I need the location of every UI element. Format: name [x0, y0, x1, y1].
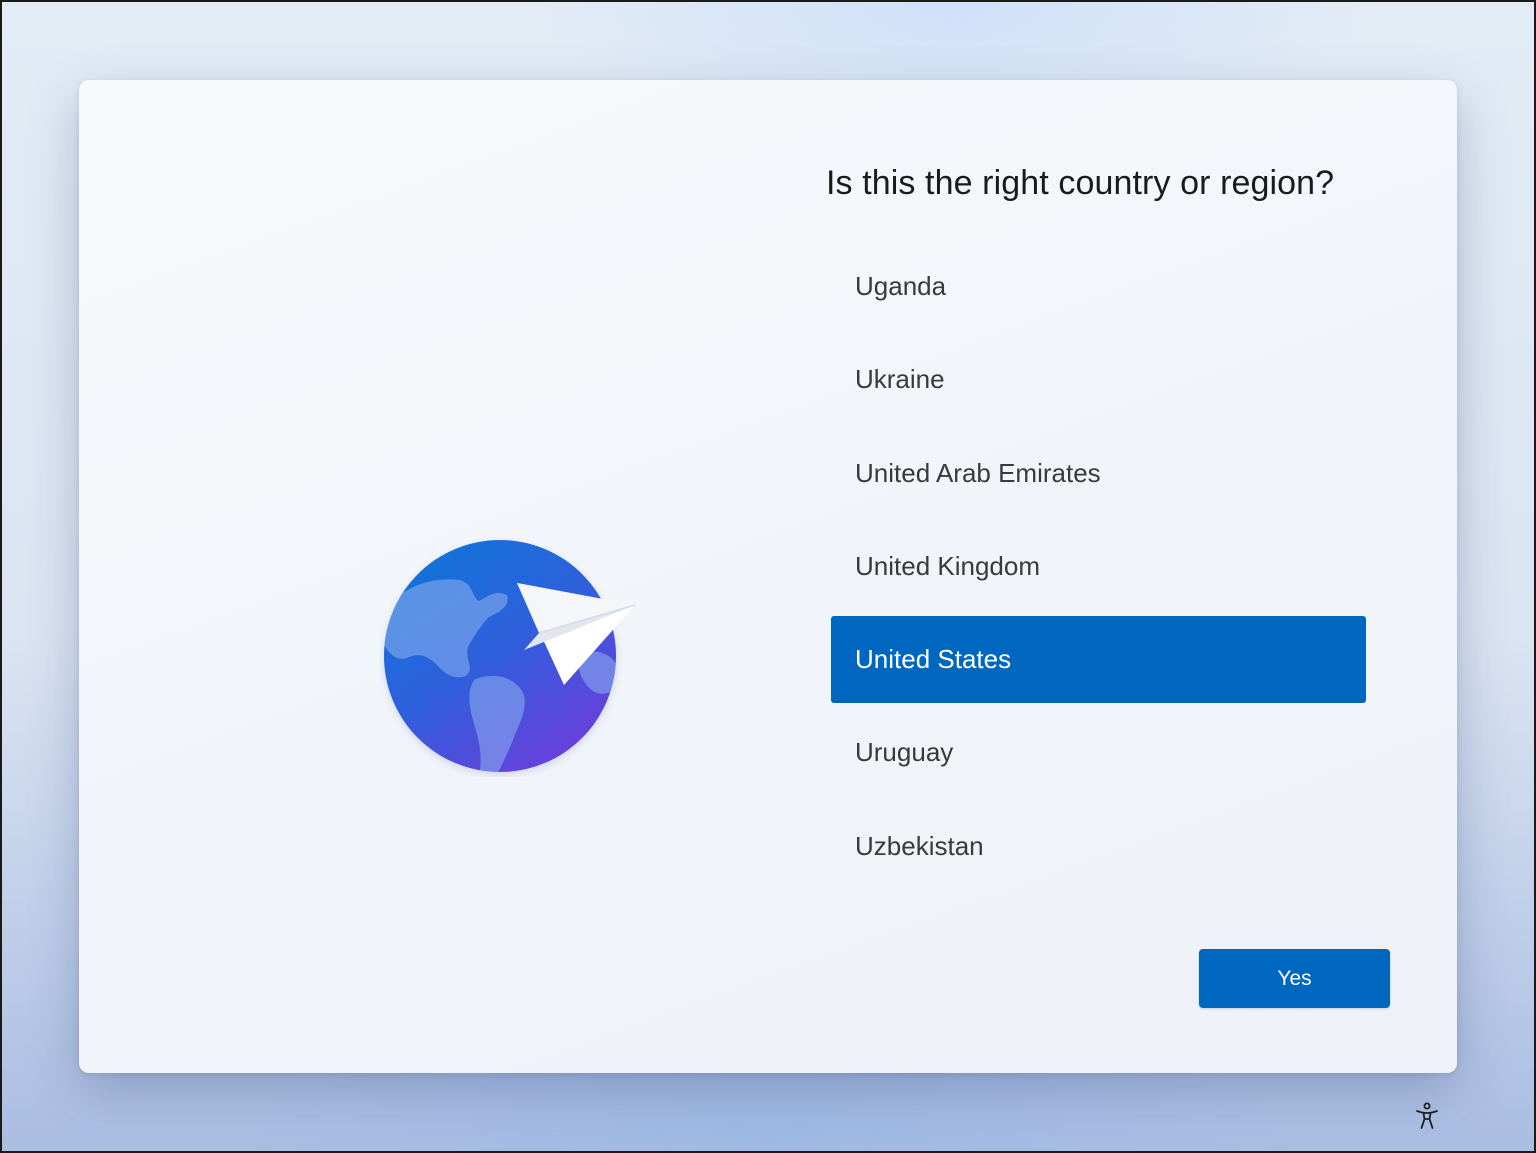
- list-item-uruguay[interactable]: Uruguay: [831, 709, 1366, 796]
- list-item-united-states[interactable]: United States: [831, 616, 1366, 703]
- page-title: Is this the right country or region?: [826, 164, 1335, 202]
- list-item-uzbekistan[interactable]: Uzbekistan: [831, 803, 1366, 890]
- country-list[interactable]: Uganda Ukraine United Arab Emirates Unit…: [831, 243, 1366, 896]
- list-item-united-kingdom[interactable]: United Kingdom: [831, 523, 1366, 610]
- yes-button[interactable]: Yes: [1199, 949, 1390, 1008]
- list-item-ukraine[interactable]: Ukraine: [831, 336, 1366, 423]
- list-item-uganda[interactable]: Uganda: [831, 243, 1366, 330]
- list-item-united-arab-emirates[interactable]: United Arab Emirates: [831, 430, 1366, 517]
- accessibility-icon[interactable]: [1412, 1101, 1442, 1131]
- globe-paper-plane-icon: [379, 535, 641, 777]
